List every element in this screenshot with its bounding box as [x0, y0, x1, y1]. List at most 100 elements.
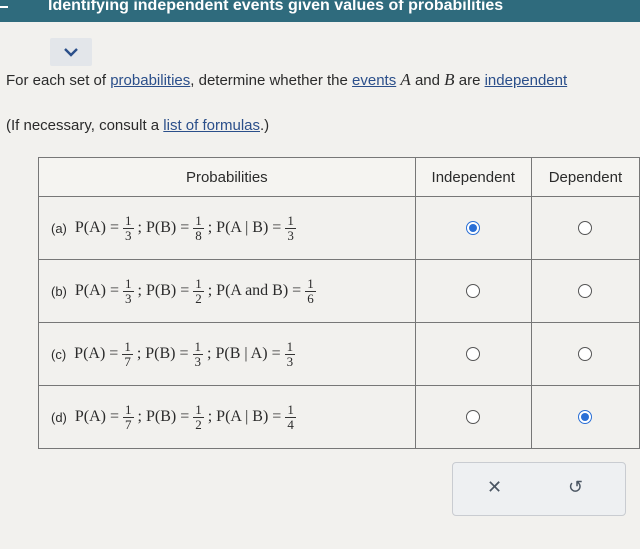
expression-text: ; P(B | A) = [207, 345, 281, 362]
denominator: 7 [124, 353, 131, 369]
expression-text: P(A) = [74, 345, 119, 362]
independent-radio[interactable] [466, 409, 481, 424]
numerator: 1 [123, 401, 134, 418]
note-text: .) [260, 117, 270, 134]
close-icon[interactable]: ✕ [487, 477, 502, 498]
denominator: 2 [195, 416, 202, 432]
instructions: For each set of probabilities, determine… [6, 70, 567, 90]
fraction: 13 [284, 338, 296, 369]
expression-text: ; P(A | B) = [207, 219, 282, 236]
var-a: A [400, 70, 411, 89]
page-title: Identifying independent events given val… [48, 0, 504, 14]
expression-text: ; P(A and B) = [207, 282, 302, 299]
instructions-text: and [410, 72, 445, 89]
dependent-radio[interactable] [578, 220, 593, 235]
denominator: 3 [286, 353, 294, 369]
independent-radio[interactable] [466, 346, 481, 361]
expression-text: ; P(B) = [137, 408, 190, 425]
row-label: (d) [51, 409, 67, 425]
instructions-text: For each set of [6, 72, 111, 89]
numerator: 1 [193, 212, 204, 229]
expression-text: P(A) = [74, 282, 120, 299]
independent-cell[interactable] [414, 385, 532, 449]
denominator: 8 [195, 227, 202, 243]
expression-text: ; P(B) = [137, 219, 190, 236]
table-header-row: Probabilities Independent Dependent [38, 157, 640, 197]
fraction: 13 [192, 338, 204, 369]
fraction: 16 [305, 275, 316, 306]
dependent-radio[interactable] [578, 283, 593, 298]
numerator: 1 [122, 338, 133, 355]
numerator: 1 [285, 212, 296, 229]
probabilities-cell: (c) P(A) = 1 7; P(B) = 1 3; P(B | A) = 1 3 [38, 322, 416, 386]
header-independent: Independent [414, 157, 532, 197]
fraction: 17 [122, 338, 133, 369]
fraction: 18 [193, 212, 204, 243]
numerator: 1 [123, 212, 134, 229]
independent-link[interactable]: independent [485, 72, 568, 89]
table-row: (c) P(A) = 1 7; P(B) = 1 3; P(B | A) = 1 3 [38, 322, 640, 386]
denominator: 3 [287, 227, 294, 243]
numerator: 1 [193, 401, 204, 418]
numerator: 1 [285, 401, 296, 418]
expression-text: ; P(B) = [137, 282, 190, 299]
denominator: 6 [307, 290, 314, 306]
numerator: 1 [193, 275, 204, 292]
chevron-down-icon [64, 48, 78, 57]
dependent-cell[interactable] [530, 385, 640, 449]
instructions-text: are [454, 72, 485, 89]
independent-cell[interactable] [414, 196, 532, 260]
row-label: (a) [51, 220, 67, 236]
action-panel: ✕ ↺ [452, 462, 626, 516]
probability-table: Probabilities Independent Dependent (a) P… [38, 157, 640, 449]
dependent-cell[interactable] [530, 322, 640, 386]
note-text: (If necessary, consult a [6, 117, 164, 134]
var-b: B [444, 70, 455, 89]
undo-icon[interactable]: ↺ [568, 477, 583, 498]
numerator: 1 [123, 275, 134, 292]
fraction: 12 [193, 275, 204, 306]
row-label: (c) [51, 346, 67, 362]
probabilities-cell: (b) P(A) = 1 3; P(B) = 1 2; P(A and B) = 1 6 [38, 259, 416, 323]
fraction: 12 [193, 401, 204, 432]
probability-expression: (a) P(A) = 1 3; P(B) = 1 8; P(A | B) = 1 3 [51, 212, 298, 243]
denominator: 3 [125, 227, 132, 243]
expression-text: P(A) = [74, 408, 120, 425]
menu-edge-icon [0, 6, 8, 8]
dependent-radio[interactable] [578, 346, 593, 361]
probability-expression: (c) P(A) = 1 7; P(B) = 1 3; P(B | A) = 1 3 [51, 338, 297, 369]
denominator: 4 [287, 416, 294, 432]
fraction: 17 [123, 401, 134, 432]
independent-cell[interactable] [414, 259, 532, 323]
independent-radio[interactable] [466, 220, 481, 235]
fraction: 13 [123, 212, 134, 243]
probability-expression: (b) P(A) = 1 3; P(B) = 1 2; P(A and B) = 1 6 [51, 275, 318, 306]
table-row: (b) P(A) = 1 3; P(B) = 1 2; P(A and B) = 1 6 [38, 259, 640, 323]
collapse-button[interactable] [50, 38, 92, 66]
independent-radio[interactable] [466, 283, 481, 298]
formulas-link[interactable]: list of formulas [163, 117, 260, 134]
fraction: 13 [123, 275, 134, 306]
table-row: (a) P(A) = 1 3; P(B) = 1 8; P(A | B) = 1 3 [38, 196, 640, 260]
expression-text: P(A) = [74, 219, 120, 236]
probabilities-cell: (d) P(A) = 1 7; P(B) = 1 2; P(A | B) = 1 4 [38, 385, 416, 449]
row-label: (b) [51, 283, 67, 299]
dependent-cell[interactable] [530, 196, 640, 260]
denominator: 2 [195, 290, 202, 306]
header-dependent: Dependent [530, 157, 640, 197]
denominator: 3 [194, 353, 202, 369]
expression-text: ; P(B) = [136, 345, 189, 362]
probabilities-link[interactable]: probabilities [110, 72, 190, 89]
numerator: 1 [305, 275, 316, 292]
formula-note: (If necessary, consult a list of formula… [6, 117, 269, 134]
top-bar: Identifying independent events given val… [0, 0, 640, 22]
numerator: 1 [284, 338, 296, 355]
denominator: 7 [125, 416, 132, 432]
independent-cell[interactable] [414, 322, 532, 386]
numerator: 1 [192, 338, 204, 355]
dependent-radio[interactable] [578, 409, 593, 424]
events-link[interactable]: events [352, 72, 396, 89]
table-row: (d) P(A) = 1 7; P(B) = 1 2; P(A | B) = 1 4 [38, 385, 640, 449]
header-probabilities: Probabilities [38, 157, 416, 197]
dependent-cell[interactable] [530, 259, 640, 323]
